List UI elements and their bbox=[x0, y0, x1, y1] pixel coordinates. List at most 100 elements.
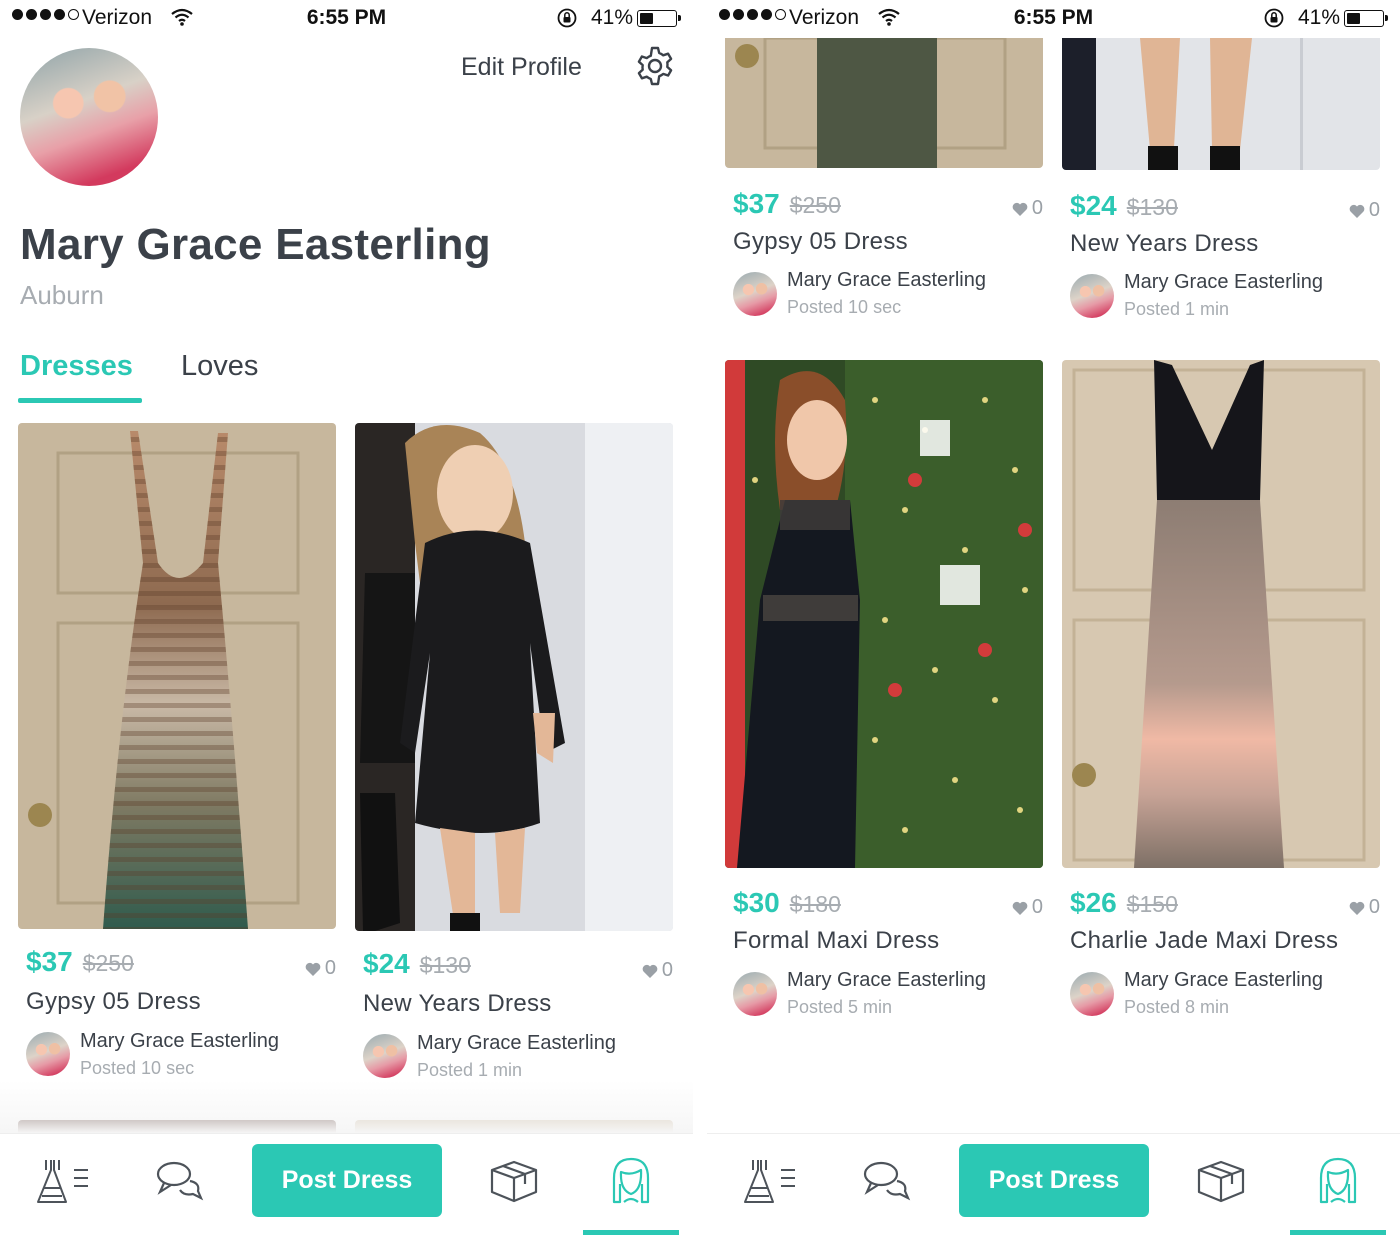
price-row: $26 $150 bbox=[1070, 887, 1178, 919]
listing-title[interactable]: Gypsy 05 Dress bbox=[733, 228, 908, 256]
listing-photo[interactable] bbox=[725, 38, 1043, 168]
listing-title[interactable]: Gypsy 05 Dress bbox=[26, 988, 201, 1016]
seller-name[interactable]: Mary Grace Easterling bbox=[1124, 969, 1323, 992]
profile-screen-scrolled: Verizon 6:55 PM 41% $37 $250 0 Gypsy 05 … bbox=[707, 0, 1400, 1235]
sale-price: $37 bbox=[26, 946, 73, 977]
bottom-tab-bar: Post Dress bbox=[0, 1133, 693, 1235]
seller-avatar[interactable] bbox=[1070, 972, 1114, 1016]
listing-photo[interactable] bbox=[355, 423, 673, 931]
like-count: 0 bbox=[1031, 896, 1043, 918]
scroll-fade bbox=[0, 1080, 693, 1133]
sale-price: $30 bbox=[733, 887, 780, 918]
posted-time: Posted 1 min bbox=[1124, 299, 1230, 319]
clock: 6:55 PM bbox=[306, 6, 387, 29]
seller-avatar[interactable] bbox=[363, 1034, 407, 1078]
like-button[interactable]: 0 bbox=[642, 959, 673, 982]
original-price: $250 bbox=[789, 192, 841, 218]
price-row: $30 $180 bbox=[733, 887, 841, 919]
settings-gear-icon[interactable] bbox=[633, 44, 677, 88]
tab-dresses[interactable]: Dresses bbox=[20, 350, 133, 383]
seller-name[interactable]: Mary Grace Easterling bbox=[1124, 271, 1323, 294]
battery-percent: 41% bbox=[1298, 6, 1341, 29]
posted-time: Posted 1 min bbox=[417, 1060, 523, 1080]
profile-icon[interactable] bbox=[606, 1156, 656, 1213]
like-button[interactable]: 0 bbox=[1349, 896, 1380, 919]
active-tab-indicator bbox=[1290, 1230, 1386, 1235]
price-row: $37 $250 bbox=[733, 188, 841, 220]
bottom-tab-bar: Post Dress bbox=[707, 1133, 1400, 1235]
dresses-list-icon[interactable] bbox=[741, 1156, 799, 1211]
package-icon[interactable] bbox=[1195, 1156, 1247, 1211]
like-count: 0 bbox=[1368, 896, 1380, 918]
rotation-lock-icon bbox=[556, 7, 578, 35]
seller-avatar[interactable] bbox=[733, 272, 777, 316]
seller-avatar[interactable] bbox=[26, 1032, 70, 1076]
profile-name: Mary Grace Easterling bbox=[20, 220, 491, 269]
listing-photo[interactable] bbox=[1062, 38, 1380, 170]
like-button[interactable]: 0 bbox=[305, 957, 336, 980]
listing-photo[interactable] bbox=[18, 423, 336, 929]
price-row: $37 $250 bbox=[26, 946, 134, 978]
heart-icon bbox=[642, 964, 658, 978]
listing-title[interactable]: Charlie Jade Maxi Dress bbox=[1070, 927, 1338, 955]
sale-price: $24 bbox=[1070, 190, 1117, 221]
posted-time: Posted 8 min bbox=[1124, 997, 1230, 1017]
posted-time: Posted 10 sec bbox=[80, 1058, 195, 1078]
like-button[interactable]: 0 bbox=[1012, 896, 1043, 919]
profile-screen-top: Verizon 6:55 PM 41% Edit Profile Mary Gr… bbox=[0, 0, 693, 1235]
seller-name[interactable]: Mary Grace Easterling bbox=[787, 269, 986, 292]
battery-icon bbox=[637, 10, 681, 27]
like-count: 0 bbox=[1031, 197, 1043, 219]
listing-title[interactable]: Formal Maxi Dress bbox=[733, 927, 939, 955]
heart-icon bbox=[305, 962, 321, 976]
original-price: $150 bbox=[1126, 891, 1178, 917]
active-tab-indicator bbox=[18, 398, 142, 403]
seller-avatar[interactable] bbox=[1070, 274, 1114, 318]
status-bar: Verizon 6:55 PM 41% bbox=[0, 0, 693, 38]
edit-profile-button[interactable]: Edit Profile bbox=[461, 53, 582, 82]
original-price: $180 bbox=[789, 891, 841, 917]
battery-icon bbox=[1344, 10, 1388, 27]
divider bbox=[693, 0, 707, 1235]
sale-price: $26 bbox=[1070, 887, 1117, 918]
like-button[interactable]: 0 bbox=[1012, 197, 1043, 220]
listing-photo[interactable] bbox=[725, 360, 1043, 868]
heart-icon bbox=[1012, 901, 1028, 915]
post-dress-button[interactable]: Post Dress bbox=[959, 1144, 1149, 1217]
profile-avatar[interactable] bbox=[20, 48, 158, 186]
heart-icon bbox=[1349, 204, 1365, 218]
posted-time: Posted 5 min bbox=[787, 997, 893, 1017]
heart-icon bbox=[1012, 202, 1028, 216]
rotation-lock-icon bbox=[1263, 7, 1285, 35]
seller-avatar[interactable] bbox=[733, 972, 777, 1016]
sale-price: $37 bbox=[733, 188, 780, 219]
chat-icon[interactable] bbox=[861, 1156, 913, 1211]
listing-title[interactable]: New Years Dress bbox=[1070, 230, 1259, 258]
price-row: $24 $130 bbox=[1070, 190, 1178, 222]
clock: 6:55 PM bbox=[1013, 6, 1094, 29]
seller-name[interactable]: Mary Grace Easterling bbox=[787, 969, 986, 992]
listing-title[interactable]: New Years Dress bbox=[363, 990, 552, 1018]
post-dress-button[interactable]: Post Dress bbox=[252, 1144, 442, 1217]
profile-location: Auburn bbox=[20, 280, 104, 310]
like-button[interactable]: 0 bbox=[1349, 199, 1380, 222]
sale-price: $24 bbox=[363, 948, 410, 979]
heart-icon bbox=[1349, 901, 1365, 915]
active-tab-indicator bbox=[583, 1230, 679, 1235]
original-price: $130 bbox=[1126, 194, 1178, 220]
posted-time: Posted 10 sec bbox=[787, 297, 902, 317]
like-count: 0 bbox=[661, 959, 673, 981]
tab-loves[interactable]: Loves bbox=[181, 350, 258, 383]
seller-name[interactable]: Mary Grace Easterling bbox=[417, 1032, 616, 1055]
profile-icon[interactable] bbox=[1313, 1156, 1363, 1213]
like-count: 0 bbox=[324, 957, 336, 979]
dresses-list-icon[interactable] bbox=[34, 1156, 92, 1211]
price-row: $24 $130 bbox=[363, 948, 471, 980]
package-icon[interactable] bbox=[488, 1156, 540, 1211]
seller-name[interactable]: Mary Grace Easterling bbox=[80, 1030, 279, 1053]
original-price: $130 bbox=[419, 952, 471, 978]
battery-percent: 41% bbox=[591, 6, 634, 29]
original-price: $250 bbox=[82, 950, 134, 976]
listing-photo[interactable] bbox=[1062, 360, 1380, 868]
chat-icon[interactable] bbox=[154, 1156, 206, 1211]
